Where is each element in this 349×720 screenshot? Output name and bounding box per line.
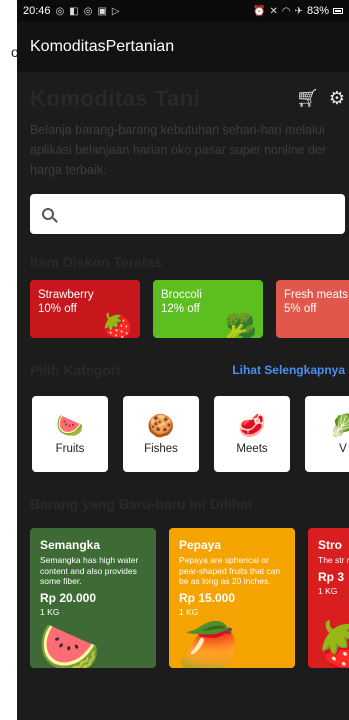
app-bar-title: KomoditasPertanian [30,38,175,55]
product-name: Stro [318,538,342,552]
category-vegetables[interactable]: 🥬 V [305,396,349,472]
product-unit: 1 KG [179,606,199,617]
category-section-title: Pilih Kategori [30,362,121,378]
see-more-link[interactable]: Lihat Selengkapnya [232,363,345,377]
search-input[interactable] [62,206,322,222]
discount-percent: 5% off [284,303,317,315]
product-price: Rp 20.000 [40,590,97,605]
left-edge-strip: o. [0,0,23,720]
whatsapp-icon: ◎ [55,5,65,17]
description-line: harga terbaik. [30,163,107,177]
play-icon: ▷ [111,5,120,17]
alarm-icon: ⏰ [253,5,266,17]
category-fishes[interactable]: 🍪 Fishes [123,396,199,472]
category-fruits[interactable]: 🍉 Fruits [32,396,108,472]
product-card-strawberry[interactable]: Stro The str nutritie with vi Rp 3 1 KG … [308,528,349,668]
cookie-icon: 🍪 [147,413,175,438]
product-unit: 1 KG [318,585,338,596]
product-name: Pepaya [179,538,222,552]
phone-screen: 20:46 ◎ ◧ ◎ ▣ ▷ ⏰ ✕ ◠ ✈ 83% KomoditasPer… [17,0,349,720]
strawberry-icon: 🍓 [101,312,134,338]
category-meets[interactable]: 🥩 Meets [214,396,290,472]
discount-name: Broccoli [161,289,202,301]
product-description: Semangka has high water content and also… [40,555,139,586]
category-header: Pilih Kategori Lihat Selengkapnya [17,362,349,378]
product-unit: 1 KG [40,606,60,617]
instagram-icon: ◎ [83,5,93,17]
strawberry-icon: 🍓 [316,620,349,668]
category-label: Meets [236,443,268,455]
header-description: Belanja barang-barang kebutuhan sehari-h… [17,112,349,180]
vegetable-icon: 🥬 [329,413,349,438]
search-icon [42,208,54,220]
product-card-semangka[interactable]: Semangka Semangka has high water content… [30,528,156,668]
description-line: Belanja barang-barang kebutuhan sehari-h… [30,123,325,137]
category-label: Fruits [55,443,85,455]
header: Komoditas Tani 🛒︎ ⚙ [17,72,349,112]
cart-icon[interactable]: 🛒︎ [296,88,319,109]
discount-name: Fresh meats [284,289,348,301]
fruit-bowl-icon: 🍉 [56,413,84,438]
product-description: Pepaya are spherical or pear-shaped frui… [179,555,281,586]
product-card-pepaya[interactable]: Pepaya Pepaya are spherical or pear-shap… [169,528,295,668]
status-time: 20:46 [23,5,51,17]
status-bar: 20:46 ◎ ◧ ◎ ▣ ▷ ⏰ ✕ ◠ ✈ 83% [17,0,349,22]
wifi-icon: ◠ [281,5,291,17]
mute-icon: ✕ [269,5,278,17]
category-label: Fishes [144,443,178,455]
message-icon: ◧ [69,5,79,17]
battery-percent: 83% [306,5,329,17]
product-price: Rp 15.000 [179,590,236,605]
gallery-icon: ▣ [97,5,107,17]
airplane-icon: ✈ [294,5,303,17]
discount-card-fresh-meats[interactable]: Fresh meats 5% off 🥩 [276,280,349,338]
discount-list: Strawberry 10% off 🍓 Broccoli 12% off 🥦 … [17,280,349,338]
papaya-icon: 🥭 [177,620,240,668]
search-bar[interactable] [30,194,345,234]
recent-section-title: Barang yang Baru-baru ini Dilihat [30,496,253,512]
discount-section-title: Item Diskon Teratas [30,254,163,270]
page-title: Komoditas Tani [30,86,201,111]
category-list: 🍉 Fruits 🍪 Fishes 🥩 Meets 🥬 V [17,396,349,472]
discount-card-strawberry[interactable]: Strawberry 10% off 🍓 [30,280,140,338]
product-name: Semangka [40,538,101,552]
description-line: aplikasi belanjaan harian oko pasar supe… [30,143,327,157]
product-price: Rp 3 [318,569,345,584]
gear-icon[interactable]: ⚙ [329,88,345,109]
discount-card-broccoli[interactable]: Broccoli 12% off 🥦 [153,280,263,338]
app-bar: KomoditasPertanian [17,22,349,72]
category-label: V [339,443,347,455]
battery-icon [333,8,343,14]
meat-icon: 🥩 [238,413,266,438]
broccoli-icon: 🥦 [224,312,257,338]
product-description: The str nutritie with vi [318,555,349,565]
watermelon-icon: 🍉 [38,620,101,668]
recent-product-list: Semangka Semangka has high water content… [17,528,349,668]
discount-name: Strawberry [38,289,94,301]
